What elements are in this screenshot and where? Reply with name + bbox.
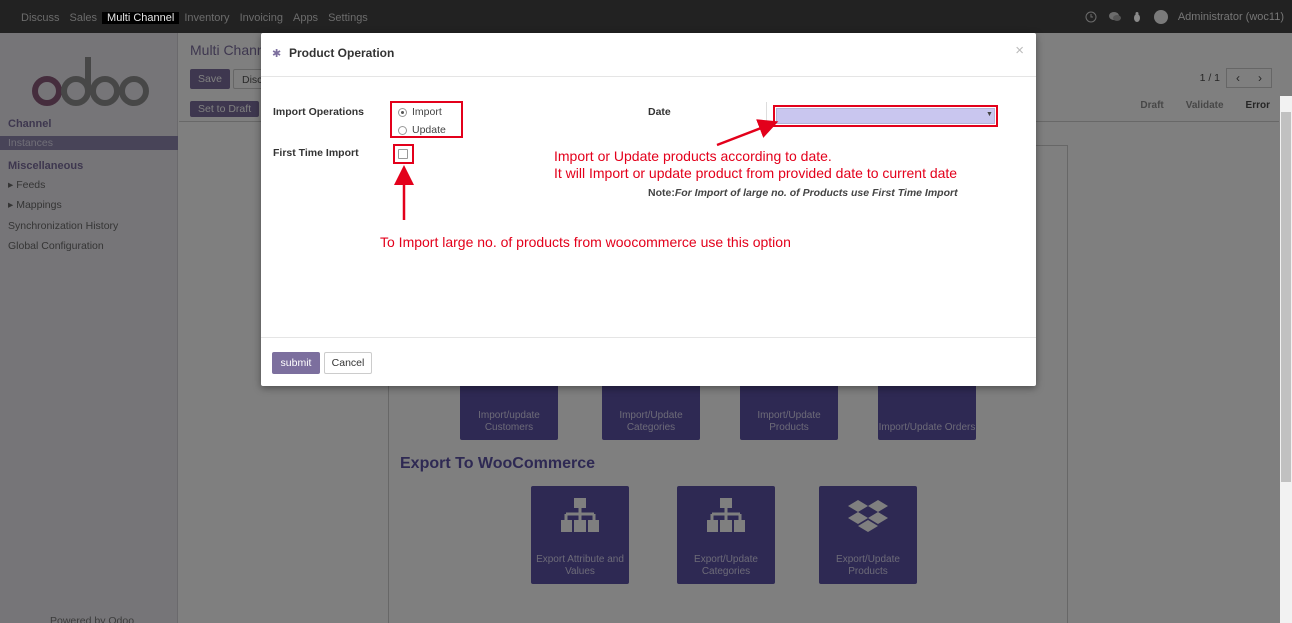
debug-bug-icon: ✱	[272, 48, 282, 60]
menu-inventory[interactable]: Inventory	[179, 12, 234, 24]
menu-multi-channel[interactable]: Multi Channel	[102, 12, 180, 24]
highlight-box-checkbox	[393, 144, 414, 164]
annotation-date-line1: Import or Update products according to d…	[554, 148, 832, 164]
app-menu: Discuss Sales Multi Channel Inventory In…	[16, 12, 373, 24]
note-text: Note:For Import of large no. of Products…	[648, 187, 958, 199]
dialog-header: ✱ Product Operation ×	[261, 33, 1036, 77]
product-operation-dialog: ✱ Product Operation ×	[261, 33, 1036, 386]
annotation-date-line2: It will Import or update product from pr…	[554, 165, 958, 181]
annotation-first-time: To Import large no. of products from woo…	[380, 234, 791, 250]
cancel-button[interactable]: Cancel	[324, 352, 372, 374]
submit-button[interactable]: submit	[272, 352, 320, 374]
menu-discuss[interactable]: Discuss	[16, 12, 65, 24]
note-body: For Import of large no. of Products use …	[674, 187, 958, 199]
first-time-import-label: First Time Import	[273, 147, 359, 159]
menu-settings[interactable]: Settings	[323, 12, 373, 24]
debug-bug-icon[interactable]	[1131, 11, 1144, 24]
date-label: Date	[648, 106, 671, 118]
menu-sales[interactable]: Sales	[65, 12, 103, 24]
highlight-box-date	[773, 105, 998, 127]
top-navbar: Discuss Sales Multi Channel Inventory In…	[0, 0, 1292, 33]
menu-apps[interactable]: Apps	[288, 12, 323, 24]
dialog-footer	[261, 337, 1036, 386]
import-operations-label: Import Operations	[273, 106, 365, 118]
user-name[interactable]: Administrator (woc11)	[1178, 11, 1284, 23]
user-avatar[interactable]	[1153, 10, 1168, 24]
highlight-box-radio	[390, 101, 463, 138]
close-icon[interactable]: ×	[1015, 42, 1024, 59]
scrollbar-thumb[interactable]	[1281, 112, 1291, 482]
note-prefix: Note:	[648, 187, 675, 199]
chat-icon[interactable]	[1108, 11, 1121, 24]
field-divider	[766, 102, 767, 124]
dialog-title: Product Operation	[289, 46, 395, 60]
clock-icon[interactable]	[1085, 11, 1098, 24]
topbar-systray: Administrator (woc11)	[1085, 10, 1284, 24]
menu-invoicing[interactable]: Invoicing	[235, 12, 288, 24]
